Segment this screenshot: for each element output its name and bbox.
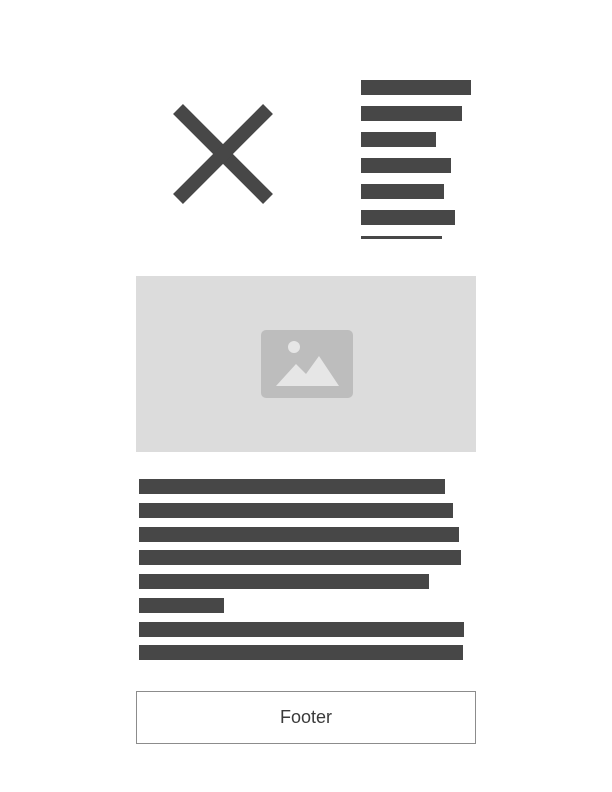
text-line xyxy=(139,550,461,565)
close-icon-glyph xyxy=(173,104,273,204)
image-icon xyxy=(261,330,353,398)
image-placeholder xyxy=(136,276,476,452)
footer-label: Footer xyxy=(279,707,333,727)
body-text-block xyxy=(139,479,469,664)
text-line xyxy=(361,106,462,121)
image-icon-glyph xyxy=(261,330,353,398)
footer: Footer xyxy=(136,691,476,744)
text-line xyxy=(139,622,464,637)
close-icon[interactable] xyxy=(173,104,273,204)
text-line xyxy=(139,527,459,542)
text-line xyxy=(361,184,444,199)
text-line xyxy=(139,503,453,518)
text-line xyxy=(139,574,429,589)
text-line xyxy=(361,210,455,225)
text-line xyxy=(139,598,224,613)
text-line xyxy=(361,80,471,95)
header-text-block xyxy=(361,80,473,242)
text-line xyxy=(139,645,463,660)
text-line xyxy=(361,158,451,173)
text-line xyxy=(361,236,442,239)
text-line xyxy=(361,132,436,147)
text-line xyxy=(139,479,445,494)
